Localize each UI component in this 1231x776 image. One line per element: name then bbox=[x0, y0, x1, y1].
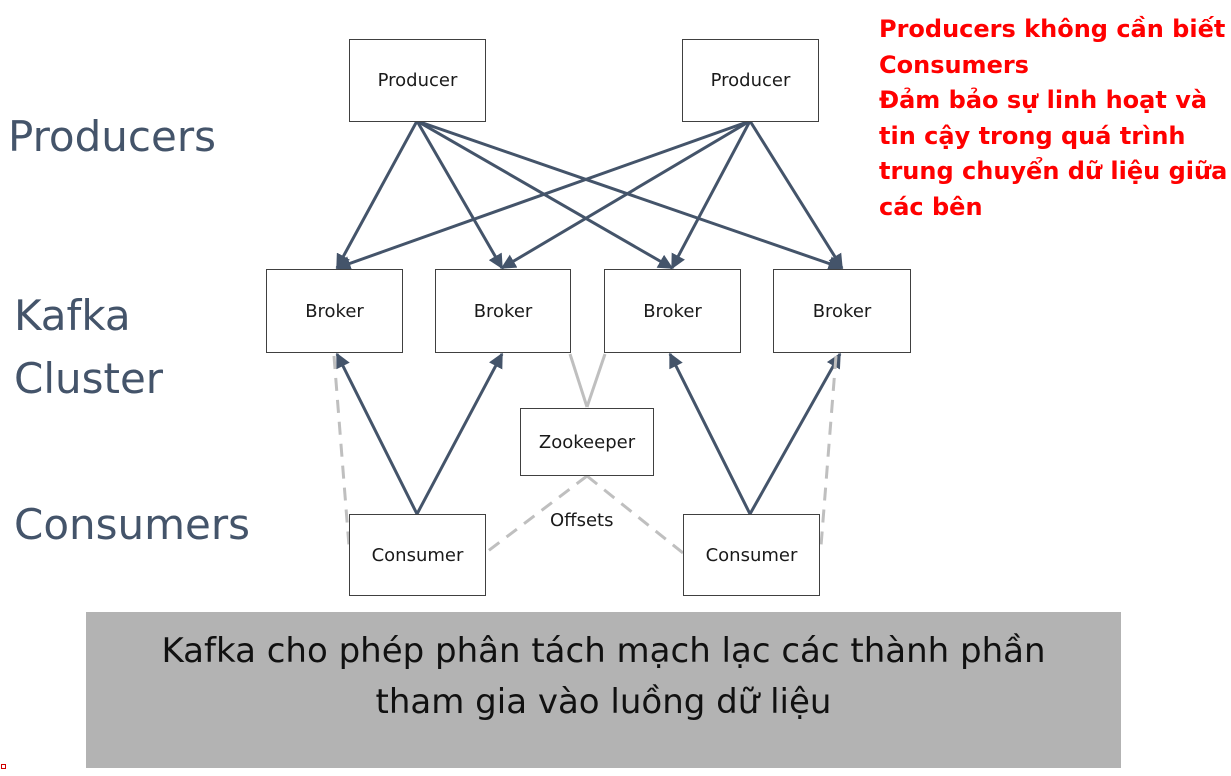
zookeeper-link-broker3 bbox=[585, 353, 607, 408]
consumer-node-2: Consumer bbox=[683, 514, 820, 596]
layer-label-cluster-line1: Kafka bbox=[14, 291, 131, 340]
offset-link-consumer1-broker1 bbox=[332, 355, 351, 547]
summary-banner: Kafka cho phép phân tách mạch lạc các th… bbox=[86, 612, 1121, 768]
note-line: Producers không cần biết bbox=[879, 15, 1226, 43]
note-line: trung chuyển dữ liệu giữa bbox=[879, 157, 1228, 185]
banner-line-2: tham gia vào luồng dữ liệu bbox=[375, 682, 832, 722]
corner-marker bbox=[1, 764, 6, 769]
arrow-producer1-broker2 bbox=[415, 120, 504, 270]
producer-node-1: Producer bbox=[349, 39, 486, 122]
banner-line-1: Kafka cho phép phân tách mạch lạc các th… bbox=[161, 631, 1046, 671]
producer-node-2: Producer bbox=[682, 39, 819, 122]
broker-node-1: Broker bbox=[266, 269, 403, 353]
zookeeper-link-broker2 bbox=[568, 353, 589, 408]
offsets-label: Offsets bbox=[550, 510, 614, 531]
arrow-consumer1-broker2 bbox=[415, 352, 504, 515]
arrow-producer2-broker4 bbox=[748, 120, 844, 270]
arrow-producer1-broker1 bbox=[335, 120, 419, 270]
layer-label-producers: Producers bbox=[8, 112, 216, 161]
note-line: Đảm bảo sự linh hoạt và bbox=[879, 86, 1208, 114]
consumer-node-1: Consumer bbox=[349, 514, 486, 596]
broker-node-3: Broker bbox=[604, 269, 741, 353]
broker-node-4: Broker bbox=[773, 269, 911, 353]
note-line: các bên bbox=[879, 192, 983, 221]
arrow-consumer1-broker1 bbox=[335, 352, 419, 515]
arrow-producer1-broker4 bbox=[416, 119, 844, 271]
layer-label-consumers: Consumers bbox=[14, 500, 251, 549]
arrow-consumer2-broker3 bbox=[668, 352, 752, 515]
zookeeper-node: Zookeeper bbox=[520, 408, 654, 476]
note-text: Producers không cần biết Consumers Đảm b… bbox=[879, 12, 1231, 225]
note-line: Consumers bbox=[879, 50, 1029, 79]
layer-label-cluster-line2: Cluster bbox=[14, 354, 164, 403]
broker-node-2: Broker bbox=[435, 269, 571, 353]
arrow-producer2-broker1 bbox=[335, 119, 751, 271]
note-line: tin cậy trong quá trình bbox=[879, 121, 1186, 150]
